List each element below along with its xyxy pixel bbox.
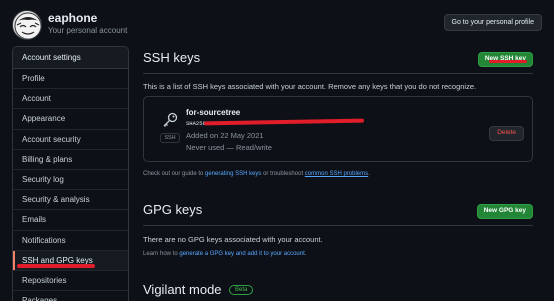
settings-sidebar: Account settings Profile Account Appeara…: [12, 46, 129, 301]
sidebar-item-security-log[interactable]: Security log: [13, 170, 128, 191]
key-icon-wrap: SSH: [158, 111, 182, 143]
sidebar-item-account[interactable]: Account: [13, 89, 128, 110]
sidebar-item-repositories[interactable]: Repositories: [13, 271, 128, 292]
annotation-underline-new-ssh: [489, 60, 527, 63]
generating-ssh-keys-link[interactable]: generating SSH keys: [205, 171, 261, 177]
key-icon: [163, 112, 178, 127]
guide-suffix: .: [368, 171, 370, 177]
vigilant-title-row: Vigilant mode Beta: [143, 282, 533, 301]
sidebar-item-account-security[interactable]: Account security: [13, 130, 128, 150]
delete-ssh-key-button[interactable]: Delete: [489, 126, 524, 141]
annotation-underline-sidebar: [17, 264, 95, 268]
beta-badge: Beta: [229, 285, 254, 295]
gpg-learn-text: Learn how to generate a GPG key and add …: [143, 251, 306, 257]
page-header: eaphone Your personal account Go to your…: [12, 8, 542, 40]
sidebar-item-billing[interactable]: Billing & plans: [13, 150, 128, 170]
ssh-description: This is a list of SSH keys associated wi…: [143, 82, 477, 91]
generate-gpg-key-link[interactable]: generate a GPG key and add it to your ac…: [179, 251, 304, 257]
sidebar-item-profile[interactable]: Profile: [13, 69, 128, 90]
username[interactable]: eaphone: [48, 11, 97, 25]
avatar-image-icon: [13, 11, 41, 39]
learn-suffix: .: [304, 251, 307, 257]
ssh-key-title: for-sourcetree: [186, 108, 241, 117]
sidebar-heading: Account settings: [13, 47, 128, 69]
account-subtitle: Your personal account: [48, 26, 128, 35]
common-ssh-problems-link[interactable]: common SSH problems: [305, 171, 368, 177]
ssh-key-added-date: Added on 22 May 2021: [186, 131, 264, 140]
avatar[interactable]: [12, 10, 42, 40]
sidebar-item-emails[interactable]: Emails: [13, 210, 128, 231]
ssh-guide-text: Check out our guide to generating SSH ke…: [143, 171, 370, 177]
ssh-title-row: SSH keys New SSH key: [143, 46, 533, 74]
gpg-empty-text: There are no GPG keys associated with yo…: [143, 235, 323, 244]
sidebar-item-security-analysis[interactable]: Security & analysis: [13, 190, 128, 211]
learn-prefix: Learn how to: [143, 251, 180, 257]
ssh-key-item: SSH for-sourcetree SHA256: Added on 22 M…: [143, 96, 533, 162]
sidebar-item-notifications[interactable]: Notifications: [13, 231, 128, 251]
ssh-type-badge: SSH: [160, 133, 180, 143]
new-gpg-key-button[interactable]: New GPG key: [476, 204, 533, 219]
guide-prefix: Check out our guide to: [143, 171, 206, 177]
ssh-key-usage: Never used — Read/write: [186, 143, 272, 152]
vigilant-mode-title: Vigilant mode: [143, 282, 222, 297]
sidebar-item-appearance[interactable]: Appearance: [13, 109, 128, 130]
main-content: SSH keys New SSH key This is a list of S…: [143, 46, 533, 297]
annotation-redaction: [203, 118, 365, 126]
gpg-title-row: GPG keys New GPG key: [143, 198, 533, 226]
gpg-keys-title: GPG keys: [143, 202, 203, 217]
go-to-profile-button[interactable]: Go to your personal profile: [443, 14, 542, 31]
ssh-keys-title: SSH keys: [143, 50, 201, 65]
guide-middle: or troubleshoot: [261, 171, 305, 177]
sidebar-item-packages[interactable]: Packages: [13, 291, 128, 301]
